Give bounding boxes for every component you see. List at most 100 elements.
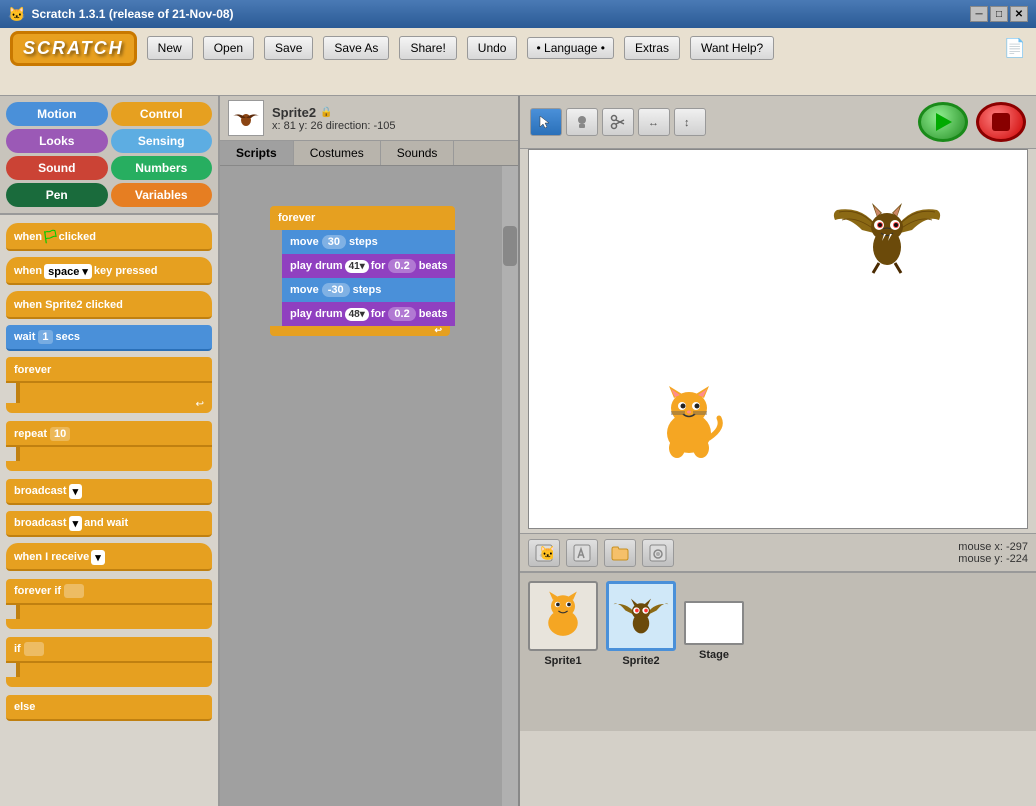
block-when-receive[interactable]: when I receive ▾ bbox=[6, 543, 212, 571]
block-broadcast[interactable]: broadcast ▾ bbox=[6, 479, 212, 505]
category-numbers[interactable]: Numbers bbox=[111, 156, 213, 180]
grow-tool[interactable]: ↔ bbox=[638, 108, 670, 136]
paint-sprite-button[interactable] bbox=[566, 539, 598, 567]
camera-sprite-button[interactable] bbox=[642, 539, 674, 567]
paint-icon bbox=[573, 544, 591, 562]
drum41-dropdown[interactable]: 41▾ bbox=[345, 260, 369, 273]
receive-dropdown[interactable]: ▾ bbox=[91, 550, 105, 565]
stage-item[interactable]: Stage bbox=[684, 601, 744, 723]
sprite1-thumbnail[interactable] bbox=[528, 581, 598, 651]
script-move-neg30[interactable]: move -30 steps bbox=[282, 278, 455, 302]
script-forever-block[interactable]: forever bbox=[270, 206, 455, 230]
sprite-name-row: Sprite2 🔒 bbox=[272, 105, 396, 120]
undo-button[interactable]: Undo bbox=[467, 36, 518, 60]
scripts-scrollbar[interactable] bbox=[502, 166, 518, 806]
pointer-tool[interactable] bbox=[530, 108, 562, 136]
sprite-info-bar: Sprite2 🔒 x: 81 y: 26 direction: -105 bbox=[220, 96, 518, 141]
tab-costumes[interactable]: Costumes bbox=[294, 141, 381, 165]
toolbar-row: SCRATCH New Open Save Save As Share! Und… bbox=[0, 28, 1036, 68]
open-button[interactable]: Open bbox=[203, 36, 254, 60]
new-sprite-button[interactable]: 🐱 bbox=[528, 539, 560, 567]
save-button[interactable]: Save bbox=[264, 36, 313, 60]
broadcast-dropdown[interactable]: ▾ bbox=[69, 484, 83, 499]
svg-text:↔: ↔ bbox=[648, 117, 659, 129]
language-button[interactable]: • Language • bbox=[527, 37, 613, 59]
block-else[interactable]: else bbox=[6, 695, 212, 721]
script-forever-group: forever move 30 steps play drum 41▾ for … bbox=[270, 206, 455, 336]
block-when-clicked[interactable]: when 🏳 clicked bbox=[6, 223, 212, 251]
minimize-button[interactable]: ─ bbox=[970, 6, 988, 22]
sprite2-thumbnail[interactable] bbox=[606, 581, 676, 651]
green-flag-icon bbox=[932, 111, 954, 133]
stage-controls: ↔ ↕ bbox=[520, 96, 1036, 149]
tab-sounds[interactable]: Sounds bbox=[381, 141, 455, 165]
block-when-sprite-clicked[interactable]: when Sprite2 clicked bbox=[6, 291, 212, 319]
stop-button[interactable] bbox=[976, 102, 1026, 142]
tab-scripts[interactable]: Scripts bbox=[220, 141, 294, 165]
cat-sprite[interactable] bbox=[649, 378, 729, 468]
category-control[interactable]: Control bbox=[111, 102, 213, 126]
category-variables[interactable]: Variables bbox=[111, 183, 213, 207]
drum48-beats[interactable]: 0.2 bbox=[388, 307, 415, 321]
sprite2-preview bbox=[609, 586, 673, 646]
sprite-preview-svg bbox=[231, 104, 261, 132]
save-as-button[interactable]: Save As bbox=[323, 36, 389, 60]
blocks-panel: Motion Control Looks Sensing Sound Numbe… bbox=[0, 96, 220, 806]
block-repeat[interactable]: repeat 10 bbox=[6, 421, 212, 471]
sprite2-item[interactable]: Sprite2 bbox=[606, 581, 676, 723]
sprite-coords: x: 81 y: 26 direction: -105 bbox=[272, 120, 396, 132]
script-drum41[interactable]: play drum 41▾ for 0.2 beats bbox=[282, 254, 455, 278]
repeat-value[interactable]: 10 bbox=[50, 427, 70, 441]
svg-text:↕: ↕ bbox=[684, 117, 690, 129]
category-sensing[interactable]: Sensing bbox=[111, 129, 213, 153]
main-content: Motion Control Looks Sensing Sound Numbe… bbox=[0, 96, 1036, 806]
extras-button[interactable]: Extras bbox=[624, 36, 680, 60]
block-when-key-pressed[interactable]: when space ▾ key pressed bbox=[6, 257, 212, 285]
new-button[interactable]: New bbox=[147, 36, 193, 60]
drum48-dropdown[interactable]: 48▾ bbox=[345, 308, 369, 321]
category-motion[interactable]: Motion bbox=[6, 102, 108, 126]
category-sound[interactable]: Sound bbox=[6, 156, 108, 180]
bat-sprite[interactable] bbox=[827, 180, 947, 300]
folder-icon bbox=[611, 544, 629, 562]
menubar: SCRATCH New Open Save Save As Share! Und… bbox=[0, 28, 1036, 96]
stage-tools: ↔ ↕ bbox=[530, 108, 706, 136]
scissors-tool[interactable] bbox=[602, 108, 634, 136]
broadcast-wait-dropdown[interactable]: ▾ bbox=[69, 516, 83, 531]
drum41-beats[interactable]: 0.2 bbox=[388, 259, 415, 273]
key-dropdown[interactable]: space ▾ bbox=[44, 264, 92, 279]
category-looks[interactable]: Looks bbox=[6, 129, 108, 153]
close-button[interactable]: ✕ bbox=[1010, 6, 1028, 22]
category-buttons: Motion Control Looks Sensing Sound Numbe… bbox=[0, 96, 218, 215]
sprite1-item[interactable]: Sprite1 bbox=[528, 581, 598, 723]
go-stop-buttons bbox=[918, 102, 1026, 142]
neg-steps-value[interactable]: -30 bbox=[322, 283, 350, 297]
script-move30[interactable]: move 30 steps bbox=[282, 230, 455, 254]
sprite1-label: Sprite1 bbox=[544, 655, 581, 667]
steps-value[interactable]: 30 bbox=[322, 235, 346, 249]
script-drum48[interactable]: play drum 48▾ for 0.2 beats bbox=[282, 302, 455, 326]
share-button[interactable]: Share! bbox=[399, 36, 456, 60]
flag-icon: 🏳 bbox=[42, 229, 59, 245]
settings-icon[interactable]: 📄 bbox=[1004, 38, 1026, 59]
import-sprite-button[interactable] bbox=[604, 539, 636, 567]
category-pen[interactable]: Pen bbox=[6, 183, 108, 207]
app-window: SCRATCH New Open Save Save As Share! Und… bbox=[0, 28, 1036, 806]
go-button[interactable] bbox=[918, 102, 968, 142]
sprite-details: Sprite2 🔒 x: 81 y: 26 direction: -105 bbox=[272, 105, 396, 132]
wait-value[interactable]: 1 bbox=[38, 330, 52, 344]
sprite-thumbnail bbox=[228, 100, 264, 136]
maximize-button[interactable]: □ bbox=[990, 6, 1008, 22]
block-broadcast-wait[interactable]: broadcast ▾ and wait bbox=[6, 511, 212, 537]
block-wait[interactable]: wait 1 secs bbox=[6, 325, 212, 351]
cat-svg bbox=[649, 378, 729, 468]
shrink-tool[interactable]: ↕ bbox=[674, 108, 706, 136]
new-sprite-icon: 🐱 bbox=[535, 544, 553, 562]
help-button[interactable]: Want Help? bbox=[690, 36, 774, 60]
block-forever-if[interactable]: forever if bbox=[6, 579, 212, 629]
block-if[interactable]: if bbox=[6, 637, 212, 687]
block-forever[interactable]: forever ↩ bbox=[6, 357, 212, 413]
stage-thumbnail[interactable] bbox=[684, 601, 744, 645]
stamp-tool[interactable] bbox=[566, 108, 598, 136]
script-canvas: forever move 30 steps play drum 41▾ for … bbox=[220, 166, 518, 806]
